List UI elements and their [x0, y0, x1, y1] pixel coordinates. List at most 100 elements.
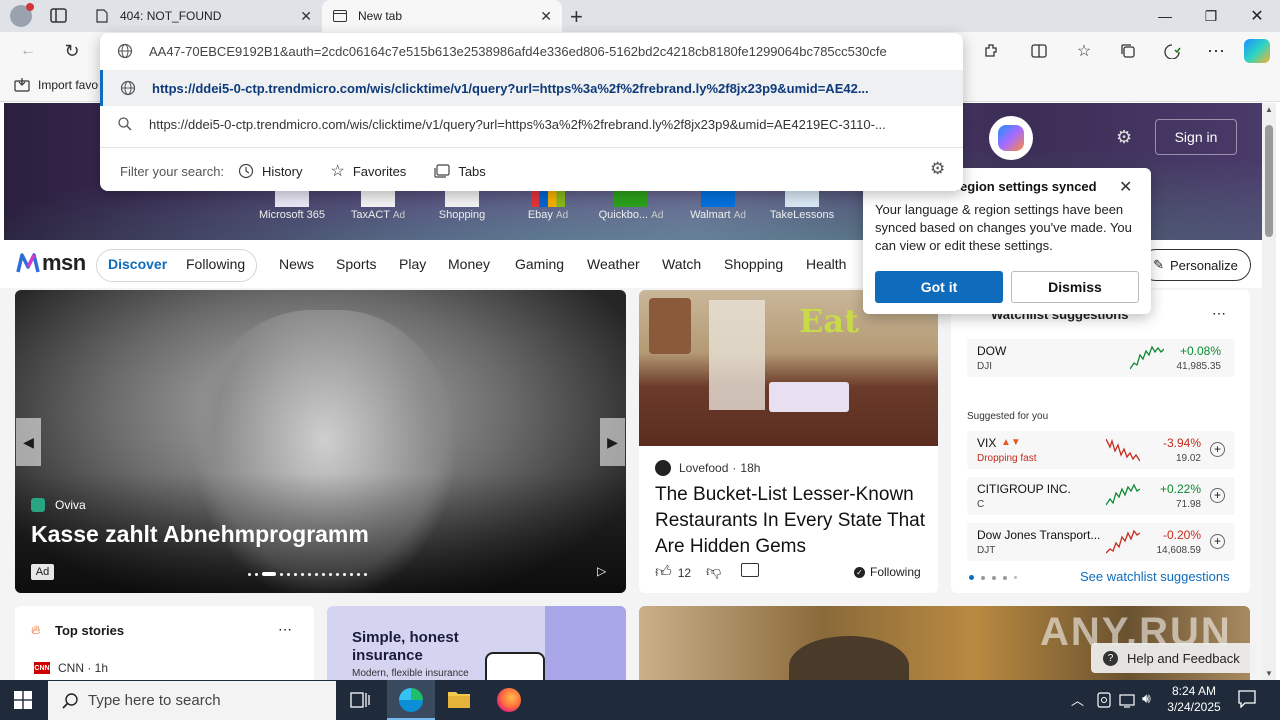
article-title[interactable]: The Bucket-List Lesser-Known Restaurants… — [655, 482, 925, 560]
watchlist-more-icon[interactable]: ⋯ — [1212, 305, 1226, 322]
add-watchlist-button[interactable]: + — [1210, 442, 1225, 457]
scrollbar-track[interactable]: ▲ ▼ — [1262, 103, 1276, 680]
volume-icon[interactable]: 🔊︎ — [1142, 690, 1151, 707]
following-badge[interactable]: ✓ Following — [854, 565, 921, 579]
nav-sports[interactable]: Sports — [336, 256, 376, 272]
network-icon[interactable] — [1119, 692, 1137, 708]
carousel-next-button[interactable]: ▶ — [600, 418, 625, 466]
device-icon[interactable] — [1097, 692, 1111, 708]
see-watchlist-link[interactable]: See watchlist suggestions — [1080, 569, 1230, 584]
filter-favorites-button[interactable]: ☆ Favorites — [331, 161, 407, 181]
comment-icon[interactable] — [741, 563, 759, 577]
ad-choices-icon[interactable]: ▷ — [597, 564, 606, 578]
address-input-row[interactable]: AA47-70EBCE9192B1&auth=2cdc06164c7e515b6… — [100, 33, 963, 69]
suggestion-row-1[interactable]: https://ddei5-0-ctp.trendmicro.com/wis/c… — [100, 70, 963, 106]
pager-dot[interactable] — [992, 575, 996, 580]
dot[interactable] — [248, 572, 251, 576]
dot[interactable] — [280, 572, 283, 576]
pager-dot[interactable] — [1014, 576, 1017, 579]
add-watchlist-button[interactable]: + — [1210, 534, 1225, 549]
show-hidden-icons-chevron[interactable]: ︿ — [1071, 690, 1084, 709]
main-story-headline[interactable]: Kasse zahlt Abnehmprogramm — [31, 521, 369, 548]
browser-essentials-icon[interactable] — [1156, 35, 1188, 67]
carousel-prev-button[interactable]: ◀ — [16, 418, 41, 466]
windows-start-icon[interactable] — [14, 691, 32, 709]
clock[interactable]: 8:24 AM 3/24/2025 — [1164, 683, 1224, 715]
taskbar-search-box[interactable]: Type here to search — [48, 681, 336, 720]
minimize-button[interactable]: — — [1142, 0, 1188, 32]
refresh-icon[interactable]: ↻ — [56, 35, 88, 67]
stock-row-dow[interactable]: DOW DJI +0.08% 41,985.35 — [967, 339, 1235, 377]
task-view-icon[interactable] — [350, 691, 370, 709]
split-screen-icon[interactable] — [1023, 35, 1055, 67]
popup-close-icon[interactable]: ✕ — [1119, 177, 1132, 197]
address-input-text[interactable]: AA47-70EBCE9192B1&auth=2cdc06164c7e515b6… — [149, 44, 887, 59]
collections-icon[interactable] — [1112, 35, 1144, 67]
stock-row-djt[interactable]: Dow Jones Transport... DJT -0.20% 14,608… — [967, 523, 1235, 561]
cnn-source[interactable]: CNN CNN · 1h — [34, 661, 108, 675]
suggestion-row-2[interactable]: https://ddei5-0-ctp.trendmicro.com/wis/c… — [100, 106, 963, 142]
nav-health[interactable]: Health — [806, 256, 846, 272]
stock-row-citigroup[interactable]: CITIGROUP INC. C +0.22% 71.98 + — [967, 477, 1235, 515]
nav-watch[interactable]: Watch — [662, 256, 701, 272]
sign-in-button[interactable]: Sign in — [1155, 119, 1237, 155]
dot[interactable] — [322, 572, 325, 576]
copilot-icon[interactable] — [1244, 39, 1270, 63]
filter-history-button[interactable]: History — [238, 163, 303, 179]
dot[interactable] — [364, 572, 367, 576]
stock-row-vix[interactable]: VIX ▲▼ Dropping fast -3.94% 19.02 + — [967, 431, 1235, 469]
scroll-up-arrow[interactable]: ▲ — [1265, 105, 1273, 114]
tab-actions-icon[interactable] — [50, 8, 68, 24]
thumbs-down-icon[interactable]: 👎︎ — [706, 563, 721, 581]
dot[interactable] — [287, 572, 290, 576]
nav-news[interactable]: News — [279, 256, 314, 272]
close-tab-icon[interactable]: ✕ — [540, 8, 552, 25]
more-menu-icon[interactable]: ⋯ — [1200, 35, 1232, 67]
dot[interactable] — [343, 572, 346, 576]
got-it-button[interactable]: Got it — [875, 271, 1003, 303]
profile-avatar[interactable] — [10, 3, 34, 27]
favorites-star-icon[interactable]: ☆ — [1068, 35, 1100, 67]
help-feedback-button[interactable]: ? Help and Feedback — [1091, 643, 1256, 673]
new-tab-plus-icon[interactable]: + — [570, 4, 583, 30]
search-settings-gear-icon[interactable]: ⚙ — [930, 159, 945, 179]
settings-gear-icon[interactable]: ⚙ — [1116, 127, 1132, 148]
dot[interactable] — [350, 572, 353, 576]
msn-logo[interactable]: msn — [16, 250, 86, 276]
edge-taskbar-button[interactable] — [387, 680, 435, 720]
import-favorites-link[interactable]: Import favo — [14, 78, 98, 92]
tab-new-tab[interactable]: New tab ✕ — [322, 0, 562, 32]
maximize-button[interactable]: ❐ — [1188, 0, 1234, 32]
dot-active[interactable] — [262, 572, 276, 576]
nav-weather[interactable]: Weather — [587, 256, 640, 272]
dot[interactable] — [308, 572, 311, 576]
dot[interactable] — [329, 572, 332, 576]
dismiss-button[interactable]: Dismiss — [1011, 271, 1139, 303]
dot[interactable] — [294, 572, 297, 576]
scrollbar-thumb[interactable] — [1265, 125, 1273, 237]
dot[interactable] — [336, 572, 339, 576]
scroll-down-arrow[interactable]: ▼ — [1265, 669, 1273, 678]
file-explorer-icon[interactable] — [447, 689, 471, 709]
nav-money[interactable]: Money — [448, 256, 490, 272]
add-watchlist-button[interactable]: + — [1210, 488, 1225, 503]
like-button[interactable]: 👍︎ 12 — [655, 563, 691, 582]
close-window-button[interactable]: ✕ — [1234, 0, 1280, 32]
nav-shopping[interactable]: Shopping — [724, 256, 783, 272]
copilot-hero-button[interactable] — [989, 116, 1033, 160]
nav-gaming[interactable]: Gaming — [515, 256, 564, 272]
filter-tabs-button[interactable]: Tabs — [434, 164, 486, 179]
pager-dot[interactable] — [969, 575, 974, 580]
dot[interactable] — [357, 572, 360, 576]
back-arrow-icon[interactable]: ← — [12, 35, 44, 67]
top-stories-more-icon[interactable]: ⋯ — [278, 621, 292, 638]
tab-discover[interactable]: Discover — [108, 256, 167, 272]
close-tab-icon[interactable]: ✕ — [300, 8, 312, 25]
extensions-icon[interactable] — [975, 35, 1007, 67]
personalize-button[interactable]: ✎ Personalize — [1140, 249, 1251, 281]
tab-404[interactable]: 404: NOT_FOUND ✕ — [84, 0, 322, 32]
firefox-icon[interactable] — [497, 688, 521, 712]
nav-play[interactable]: Play — [399, 256, 426, 272]
dot[interactable] — [315, 572, 318, 576]
pager-dot[interactable] — [981, 575, 985, 580]
